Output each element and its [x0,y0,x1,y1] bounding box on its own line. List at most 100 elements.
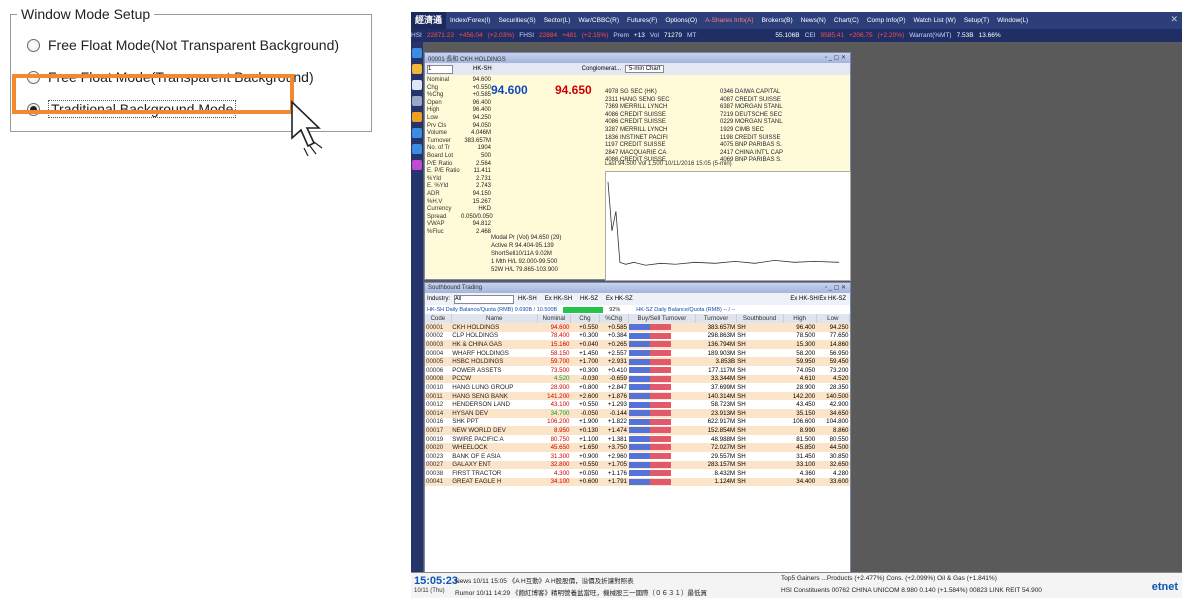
industry-select[interactable]: All [454,294,515,304]
table-row[interactable]: 00010 HANG LUNG GROUP 28.900 +0.800 +2.847 37… [425,383,850,392]
broker-bid-item[interactable]: 4086 CREDIT SUISSE [605,119,725,127]
add-icon[interactable] [412,96,422,106]
table-row[interactable]: 00004 WHARF HOLDINGS 58.150 +1.450 +2.557 189… [425,348,850,358]
broker-bid-item[interactable]: 3287 MERRILL LYNCH [605,127,725,135]
export-button[interactable]: Ex HK-SH/Ex HK-SZ [790,296,846,302]
broker-bid-item[interactable]: 1836 INSTINET PACIFI [605,135,725,143]
table-row[interactable]: 00038 FIRST TRACTOR 4.300 +0.050 +1.176 8.432… [425,469,850,478]
menu-brokers[interactable]: Brokers(B) [758,17,797,24]
chart-period-select[interactable]: 5-min Chart [625,65,665,73]
settings-icon[interactable] [412,112,422,122]
column-header[interactable]: Nominal [537,314,572,323]
menu-comp-info[interactable]: Comp Info(P) [863,17,910,24]
table-cell: -0.144 [599,408,628,418]
broker-ask-item[interactable]: 1198 CREDIT SUISSE [720,135,800,143]
window-controls-icon[interactable]: ▫ _ ▢ ✕ [825,54,846,61]
table-row[interactable]: 00020 WHEELOCK 45.650 +1.650 +3.750 72.027M SH… [425,443,850,452]
table-row[interactable]: 00014 HYSAN DEV 34.700 -0.050 -0.144 23.913M S… [425,408,850,418]
filter-hk-sh[interactable]: HK-SH [518,296,537,302]
close-icon[interactable]: ✕ [1170,14,1178,25]
buy-sell-bar [628,469,696,478]
stock-code-input[interactable]: 1 [427,64,453,74]
table-row[interactable]: 00011 HANG SENG BANK 141.200 +2.600 +1.876 14… [425,391,850,401]
quote-window-titlebar[interactable]: 00001 長和 CKH HOLDINGS ▫ _ ▢ ✕ [425,53,850,63]
column-header[interactable]: High [783,314,817,323]
menu-watch-list[interactable]: Watch List (W) [909,17,959,24]
news-headline[interactable]: News 10/11 15:05 《A H互動》A H股股價，溢價及折讓對照表 [455,575,634,585]
analytics-icon[interactable] [412,160,422,170]
southbound-titlebar[interactable]: Southbound Trading ▫ _ ▢ ✕ [425,283,850,293]
table-row[interactable]: 00041 GREAT EAGLE H 34.100 +0.600 +1.791 1.12… [425,477,850,487]
broker-ask-item[interactable]: 7219 DEUTSCHE SEC [720,112,800,120]
table-cell: 106.200 [537,417,571,427]
column-header[interactable]: Buy/Sell Turnover [628,314,697,323]
menu-war-cbbc[interactable]: War/CBBC(R) [574,17,623,24]
column-header[interactable]: Southbound [736,314,784,323]
broker-ask-item[interactable]: 4087 CREDIT SUISSE [720,97,800,105]
quote-icon[interactable] [412,48,422,58]
intraday-chart[interactable] [605,171,851,281]
radio-indicator[interactable] [27,38,40,52]
rumor-headline[interactable]: Rumor 10/11 14:29 《飽紅博客》精明營養盆當旺，機械股三一國際（… [455,587,707,597]
radio-free-float-opaque[interactable]: Free Float Mode(Not Transparent Backgrou… [27,31,339,59]
hsi-constituents-line[interactable]: HSI Constituents 00762 CHINA UNICOM 8.98… [781,587,1042,594]
quote-field-row: No. of Tr 1904 [427,145,607,153]
column-header[interactable]: %Chg [599,314,629,323]
table-row[interactable]: 00023 BANK OF E ASIA 31.300 +0.900 +2.960 29.… [425,451,850,461]
table-cell: 33.344M [695,374,737,384]
filter-ex-hk-sz[interactable]: Ex HK-SZ [606,296,633,302]
broker-ask-item[interactable]: 0229 MORGAN STANL [720,119,800,127]
column-header[interactable]: Turnover [695,314,737,323]
menu-chart[interactable]: Chart(C) [830,17,863,24]
table-row[interactable]: 00008 PCCW 4.520 -0.030 -0.659 33.344M SH 4.610… [425,374,850,384]
buy-sell-bar [628,443,696,452]
menu-a-shares[interactable]: A-Shares Info(A) [701,17,757,24]
table-row[interactable]: 00003 HK & CHINA GAS 15.160 +0.040 +0.265 136… [425,340,850,349]
broker-bid-item[interactable]: 4978 SG SEC (HK) [605,89,725,97]
menu-index-forex[interactable]: Index/Forex(I) [446,17,494,24]
top-gainers-line[interactable]: Top5 Gainers ...Products (+2.477%) Cons.… [781,575,997,582]
broker-bid-item[interactable]: 2311 HANG SENG SEC [605,97,725,105]
table-row[interactable]: 00016 SHK PPT 106.200 +1.900 +1.822 622.917M S… [425,417,850,427]
broker-bid-item[interactable]: 2847 MACQUARIE CA [605,150,725,158]
column-header[interactable]: Low [816,314,851,323]
broker-ask-item[interactable]: 0346 DAIWA CAPITAL [720,89,800,97]
column-header[interactable]: Name [451,314,538,323]
broker-ask-item[interactable]: 2417 CHINA INT'L CAP [720,150,800,158]
chart-icon[interactable] [412,64,422,74]
menu-sector[interactable]: Sector(L) [540,17,575,24]
list-icon[interactable] [412,80,422,90]
broker-bid-item[interactable]: 7369 MERRILL LYNCH [605,104,725,112]
menu-futures[interactable]: Futures(F) [623,17,661,24]
query-icon[interactable] [412,144,422,154]
table-row[interactable]: 00002 CLP HOLDINGS 78.400 +0.300 +0.384 298.8… [425,331,850,341]
menu-news[interactable]: News(N) [797,17,830,24]
filter-ex-hk-sh[interactable]: Ex HK-SH [545,296,572,302]
broker-ask-item[interactable]: 1929 CIMB SEC [720,127,800,135]
warrant-label: Warrant(%MT) [909,32,952,39]
menu-options[interactable]: Options(O) [661,17,701,24]
table-cell: BANK OF E ASIA [451,451,538,461]
broker-ask-item[interactable]: 4069 BNP PARIBAS S. [720,157,800,165]
menu-setup[interactable]: Setup(T) [960,17,993,24]
table-row[interactable]: 00017 NEW WORLD DEV 8.950 +0.130 +1.474 152.8… [425,426,850,435]
table-row[interactable]: 00001 CKH HOLDINGS 94.600 +0.550 +0.585 383.6… [425,323,850,332]
broker-ask-item[interactable]: 6387 MORGAN STANL [720,104,800,112]
table-row[interactable]: 00006 POWER ASSETS 73.500 +0.300 +0.410 177.1… [425,365,850,375]
watchlist-icon[interactable] [412,128,422,138]
tab-hk-sh[interactable]: HK-SH [473,66,492,72]
broker-bid-item[interactable]: 1197 CREDIT SUISSE [605,142,725,150]
menu-window[interactable]: Window(L) [993,17,1032,24]
table-row[interactable]: 00019 SWIRE PACIFIC A 80.750 +1.100 +1.381 48… [425,434,850,444]
table-row[interactable]: 00012 HENDERSON LAND 43.100 +0.550 +1.293 58.… [425,400,850,409]
menu-securities[interactable]: Securities(S) [494,17,539,24]
column-header[interactable]: Code [425,314,452,323]
table-cell: +2.960 [599,451,628,461]
window-controls-icon[interactable]: ▫ _ ▢ ✕ [825,284,846,291]
column-header[interactable]: Chg [570,314,600,323]
broker-ask-item[interactable]: 4075 BNP PARIBAS S. [720,142,800,150]
table-row[interactable]: 00005 HSBC HOLDINGS 59.700 +1.700 +2.931 3.85… [425,357,850,366]
table-row[interactable]: 00027 GALAXY ENT 32.800 +0.550 +1.705 283.157… [425,460,850,470]
filter-hk-sz[interactable]: HK-SZ [580,296,598,302]
broker-bid-item[interactable]: 4086 CREDIT SUISSE [605,112,725,120]
